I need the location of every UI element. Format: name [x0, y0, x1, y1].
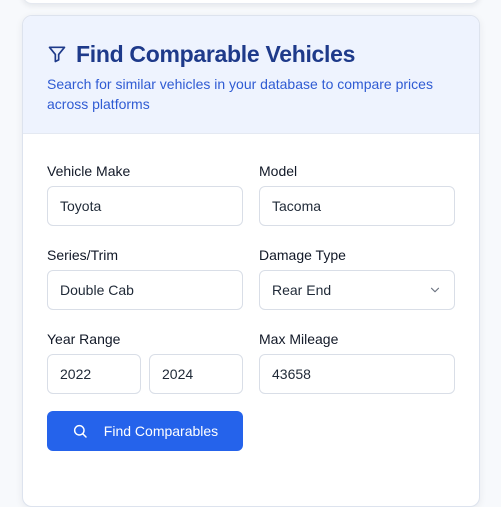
series-trim-input[interactable]: Double Cab: [47, 270, 243, 310]
page-subtitle: Search for similar vehicles in your data…: [47, 76, 433, 112]
chevron-down-icon: [428, 283, 442, 297]
page-title: Find Comparable Vehicles: [76, 40, 356, 67]
year-from-input[interactable]: 2022: [47, 354, 141, 394]
title-row: Find Comparable Vehicles: [47, 40, 455, 68]
year-to-value: 2024: [162, 366, 194, 382]
max-mileage-input[interactable]: 43658: [259, 354, 455, 394]
model-input[interactable]: Tacoma: [259, 186, 455, 226]
model-value: Tacoma: [272, 198, 322, 214]
series-trim-value: Double Cab: [60, 282, 134, 298]
damage-type-label: Damage Type: [259, 247, 346, 263]
max-mileage-value: 43658: [272, 366, 311, 382]
previous-card: [22, 0, 480, 4]
search-icon: [72, 423, 88, 439]
year-to-input[interactable]: 2024: [149, 354, 243, 394]
year-from-value: 2022: [60, 366, 92, 382]
max-mileage-label: Max Mileage: [259, 331, 339, 347]
find-comparables-button[interactable]: Find Comparables: [47, 411, 243, 451]
year-range-label: Year Range: [47, 331, 121, 347]
damage-type-select[interactable]: Rear End: [259, 270, 455, 310]
card-header: Find Comparable Vehicles Search for simi…: [23, 16, 479, 134]
vehicle-make-input[interactable]: Toyota: [47, 186, 243, 226]
model-label: Model: [259, 163, 298, 179]
filter-icon: [47, 44, 67, 64]
comparables-card: Find Comparable Vehicles Search for simi…: [22, 15, 480, 507]
series-trim-label: Series/Trim: [47, 247, 119, 263]
damage-type-value: Rear End: [272, 282, 332, 298]
find-comparables-label: Find Comparables: [103, 423, 219, 439]
vehicle-make-value: Toyota: [60, 198, 102, 214]
vehicle-make-label: Vehicle Make: [47, 163, 131, 179]
